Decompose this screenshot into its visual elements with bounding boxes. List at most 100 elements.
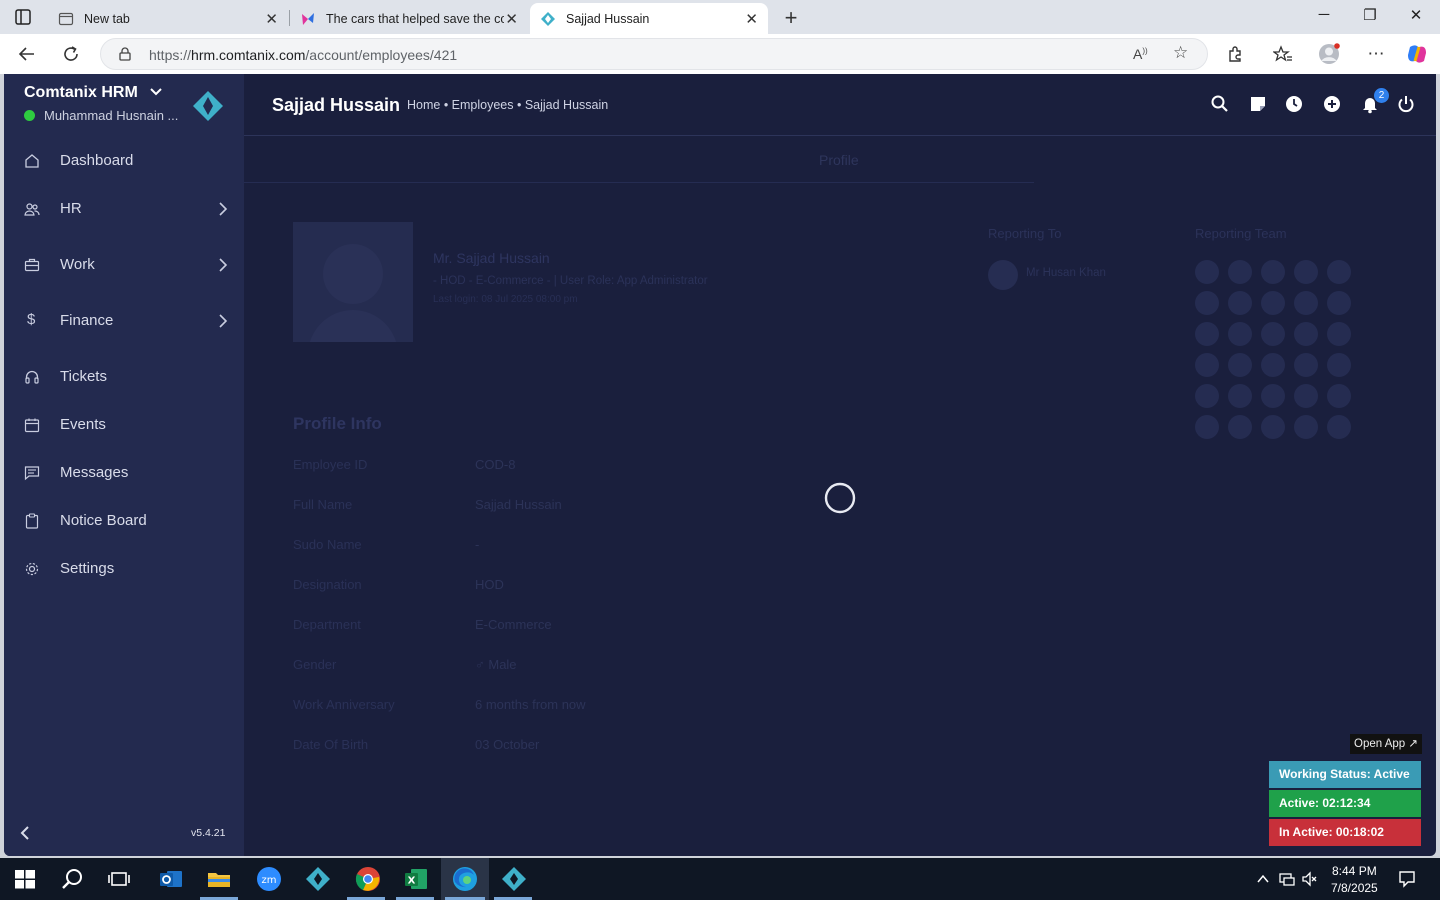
close-tab-icon[interactable]: ✕ — [265, 10, 278, 28]
team-member-avatar[interactable] — [1261, 353, 1285, 377]
network-icon[interactable] — [1279, 871, 1295, 887]
team-member-avatar[interactable] — [1228, 322, 1252, 346]
sidebar-item-notice-board[interactable]: Notice Board — [4, 501, 244, 541]
favorites-icon[interactable] — [1272, 43, 1294, 65]
refresh-icon[interactable] — [60, 43, 82, 65]
sidebar-item-dashboard[interactable]: Dashboard — [4, 141, 244, 181]
team-member-avatar[interactable] — [1195, 291, 1219, 315]
team-member-avatar[interactable] — [1195, 353, 1219, 377]
tab-profile[interactable]: Profile — [819, 152, 859, 168]
sidebar-item-tickets[interactable]: Tickets — [4, 357, 244, 397]
search-icon[interactable] — [60, 866, 86, 892]
browser-tab-active[interactable]: Sajjad Hussain ✕ — [530, 3, 768, 34]
sidebar-item-label: Events — [60, 416, 106, 433]
reporting-to-name[interactable]: Mr Husan Khan — [1026, 267, 1106, 279]
team-member-avatar[interactable] — [1195, 384, 1219, 408]
notification-center-icon[interactable] — [1398, 870, 1416, 888]
add-circle-icon[interactable] — [1322, 94, 1342, 114]
extensions-icon[interactable] — [1224, 43, 1246, 65]
brand-switcher[interactable]: Comtanix HRM — [24, 84, 162, 102]
read-aloud-icon[interactable]: A)) — [1133, 46, 1148, 62]
chrome-icon[interactable] — [355, 866, 381, 892]
team-member-avatar[interactable] — [1228, 384, 1252, 408]
minimize-icon[interactable]: ─ — [1314, 6, 1334, 23]
sidebar-item-messages[interactable]: Messages — [4, 453, 244, 493]
profile-avatar[interactable] — [1318, 43, 1340, 65]
team-member-avatar[interactable] — [1327, 384, 1351, 408]
team-member-avatar[interactable] — [1294, 322, 1318, 346]
sidebar-item-hr[interactable]: HR — [4, 189, 244, 229]
show-hidden-icons-icon[interactable] — [1255, 871, 1271, 887]
breadcrumb[interactable]: Home • Employees • Sajjad Hussain — [407, 98, 608, 112]
team-member-avatar[interactable] — [1261, 415, 1285, 439]
excel-icon[interactable]: X — [403, 866, 429, 892]
sidebar-item-finance[interactable]: $ Finance — [4, 301, 244, 341]
team-member-avatar[interactable] — [1327, 322, 1351, 346]
team-member-avatar[interactable] — [1327, 415, 1351, 439]
team-member-avatar[interactable] — [1327, 353, 1351, 377]
favorite-star-icon[interactable]: ☆ — [1173, 43, 1188, 63]
sidebar-item-label: Notice Board — [60, 512, 147, 529]
new-tab-button[interactable]: + — [780, 5, 802, 31]
team-member-avatar[interactable] — [1294, 260, 1318, 284]
current-user[interactable]: Muhammad Husnain ... — [24, 108, 178, 123]
sidebar-item-settings[interactable]: Settings — [4, 549, 244, 589]
team-member-avatar[interactable] — [1327, 291, 1351, 315]
team-member-avatar[interactable] — [1294, 291, 1318, 315]
team-member-avatar[interactable] — [1228, 415, 1252, 439]
clock-date: 7/8/2025 — [1331, 881, 1378, 895]
site-info-icon[interactable] — [117, 46, 133, 62]
notes-icon[interactable] — [1248, 94, 1268, 114]
team-member-avatar[interactable] — [1228, 291, 1252, 315]
collapse-sidebar-icon[interactable] — [18, 824, 32, 842]
team-member-avatar[interactable] — [1294, 415, 1318, 439]
browser-tab-article[interactable]: The cars that helped save the cor ✕ — [290, 3, 528, 34]
open-app-button[interactable]: Open App ↗ — [1350, 734, 1422, 754]
message-icon — [24, 466, 40, 481]
address-bar[interactable]: https://hrm.comtanix.com/account/employe… — [100, 38, 1208, 70]
team-member-avatar[interactable] — [1195, 260, 1219, 284]
more-options-icon[interactable]: ⋯ — [1365, 43, 1387, 65]
team-member-avatar[interactable] — [1327, 260, 1351, 284]
sidebar-item-events[interactable]: Events — [4, 405, 244, 445]
clock-time: 8:44 PM — [1332, 864, 1377, 878]
window-close-icon[interactable]: ✕ — [1406, 6, 1426, 24]
employee-role: - HOD - E-Commerce - | User Role: App Ad… — [433, 275, 708, 287]
copilot-icon[interactable] — [1406, 43, 1428, 65]
newtab-favicon-icon — [58, 12, 74, 25]
team-member-avatar[interactable] — [1261, 322, 1285, 346]
power-icon[interactable] — [1396, 94, 1416, 114]
back-icon[interactable] — [16, 43, 38, 65]
comtanix-app-icon[interactable] — [501, 866, 527, 892]
team-member-avatar[interactable] — [1195, 415, 1219, 439]
close-tab-icon[interactable]: ✕ — [745, 10, 758, 28]
system-clock[interactable]: 8:44 PM 7/8/2025 — [1331, 863, 1378, 897]
search-icon[interactable] — [1210, 94, 1230, 114]
team-member-avatar[interactable] — [1228, 260, 1252, 284]
task-view-icon[interactable] — [106, 866, 132, 892]
team-member-avatar[interactable] — [1294, 384, 1318, 408]
volume-muted-icon[interactable] — [1302, 871, 1318, 887]
windows-start-icon[interactable] — [12, 866, 38, 892]
edge-icon[interactable] — [452, 866, 478, 892]
sidebar-item-work[interactable]: Work — [4, 245, 244, 285]
browser-toolbar: https://hrm.comtanix.com/account/employe… — [0, 34, 1440, 74]
team-member-avatar[interactable] — [1261, 384, 1285, 408]
current-user-name: Muhammad Husnain ... — [44, 108, 179, 123]
team-member-avatar[interactable] — [1261, 291, 1285, 315]
team-member-avatar[interactable] — [1228, 353, 1252, 377]
close-tab-icon[interactable]: ✕ — [505, 10, 518, 28]
page-title: Sajjad Hussain — [272, 95, 401, 115]
team-member-avatar[interactable] — [1195, 322, 1219, 346]
reporting-to-avatar[interactable] — [988, 260, 1018, 290]
restore-icon[interactable]: ❐ — [1360, 6, 1380, 24]
outlook-icon[interactable] — [158, 866, 184, 892]
clock-icon[interactable] — [1284, 94, 1304, 114]
zoom-icon[interactable]: zm — [256, 866, 282, 892]
comtanix-app-icon[interactable] — [305, 866, 331, 892]
browser-tab-newtab[interactable]: New tab ✕ — [48, 3, 288, 34]
file-explorer-icon[interactable] — [206, 866, 232, 892]
tab-actions-icon[interactable] — [14, 8, 32, 26]
team-member-avatar[interactable] — [1294, 353, 1318, 377]
team-member-avatar[interactable] — [1261, 260, 1285, 284]
